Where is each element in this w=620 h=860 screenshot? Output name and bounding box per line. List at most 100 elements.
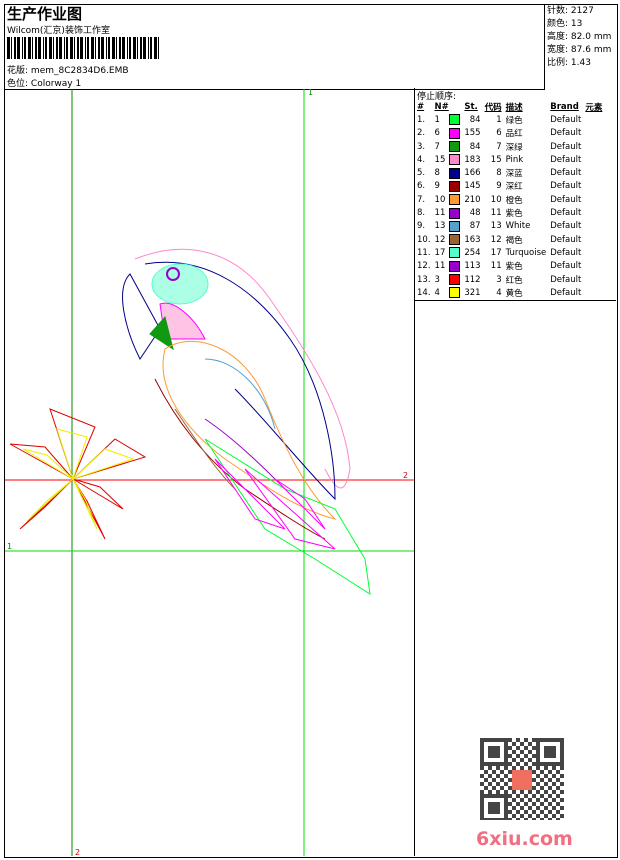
table-row: 6. 9 145 9 深红 Default [415, 180, 604, 193]
qr-module [536, 746, 540, 750]
qr-module [528, 798, 532, 802]
qr-module [492, 746, 496, 750]
flower-design [9, 408, 147, 540]
code: 3 [496, 274, 502, 285]
brand: Default [550, 168, 582, 179]
barcode-bar [70, 37, 73, 59]
stat-stitches: 针数: 2127 [547, 6, 594, 16]
color-swatch [447, 193, 462, 206]
needle: 12 [434, 234, 446, 245]
element [583, 246, 604, 259]
qr-module [556, 738, 560, 742]
color-swatch [447, 113, 462, 126]
qr-module [480, 818, 484, 820]
qr-module [548, 786, 552, 790]
qr-module [548, 746, 552, 750]
qr-module [552, 762, 556, 766]
qr-module [544, 762, 548, 766]
code: 4 [496, 287, 502, 298]
qr-module [548, 818, 552, 820]
stat-colors: 颜色: 13 [547, 19, 583, 29]
brand: Default [550, 274, 582, 285]
qr-module [484, 762, 488, 766]
qr-module [496, 818, 500, 820]
color-swatch [447, 140, 462, 153]
barcode-bar [56, 37, 58, 59]
qr-module [496, 806, 500, 810]
page-title: 生产作业图 [7, 5, 83, 23]
qr-module [512, 742, 516, 746]
qr-module [544, 798, 548, 802]
needle: 1 [434, 114, 440, 125]
row-index: 3. [417, 141, 426, 152]
qr-module [540, 802, 544, 806]
color-swatch [447, 260, 462, 273]
description: 紫色 [505, 209, 523, 220]
barcode-bar [95, 37, 96, 59]
guide-label-top: 1 [308, 89, 313, 97]
qr-module [492, 810, 496, 814]
barcode-bar [108, 37, 110, 59]
qr-module [536, 754, 540, 758]
qr-module [492, 770, 496, 774]
brand: Default [550, 208, 582, 219]
stitches: 112 [464, 274, 481, 285]
column-header: N# [434, 101, 449, 112]
qr-module [496, 802, 500, 806]
qr-module [532, 746, 536, 750]
qr-module [504, 738, 508, 742]
qr-module [532, 794, 536, 798]
qr-module [488, 794, 492, 798]
qr-module [548, 802, 552, 806]
qr-module [560, 806, 564, 810]
table-row: 5. 8 166 8 深蓝 Default [415, 166, 604, 179]
qr-module [512, 758, 516, 762]
element [583, 153, 604, 166]
qr-module [536, 790, 540, 794]
qr-module [504, 750, 508, 754]
qr-module [504, 766, 508, 770]
barcode-bar [85, 37, 86, 59]
qr-module [480, 802, 484, 806]
stitches: 48 [469, 208, 481, 219]
qr-module [508, 810, 512, 814]
watermark-logo: 6xiu.com [476, 828, 573, 850]
barcode-bar [106, 37, 107, 59]
qr-module [480, 742, 484, 746]
barcode-bar [77, 37, 79, 59]
qr-module [540, 778, 544, 782]
stats-panel: 针数: 2127 颜色: 13 高度: 82.0 mm 宽度: 87.6 mm … [547, 5, 611, 70]
table-row: 14. 4 321 4 黄色 Default [415, 286, 604, 299]
color-swatch [447, 246, 462, 259]
code: 10 [490, 194, 502, 205]
description: 红色 [505, 275, 523, 286]
element [583, 286, 604, 299]
barcode-bar [91, 37, 94, 59]
description: 黄色 [505, 288, 523, 299]
color-swatch [447, 273, 462, 286]
qr-module [552, 738, 556, 742]
qr-module [508, 762, 512, 766]
element [583, 166, 604, 179]
table-row: 7. 10 210 10 橙色 Default [415, 193, 604, 206]
qr-module [548, 770, 552, 774]
qr-module [560, 814, 564, 818]
qr-module [544, 782, 548, 786]
qr-module [496, 790, 500, 794]
row-index: 5. [417, 168, 426, 179]
qr-module [516, 754, 520, 758]
qr-module [496, 754, 500, 758]
qr-module [520, 798, 524, 802]
qr-module [532, 802, 536, 806]
barcode [7, 37, 159, 59]
qr-module [556, 778, 560, 782]
row-index: 6. [417, 181, 426, 192]
description: 品红 [505, 129, 523, 140]
qr-module [544, 766, 548, 770]
barcode-bar [11, 37, 12, 59]
qr-module [496, 762, 500, 766]
guide-label-right: 2 [403, 471, 408, 480]
qr-module [556, 810, 560, 814]
qr-module [492, 762, 496, 766]
stitches: 87 [469, 221, 481, 232]
